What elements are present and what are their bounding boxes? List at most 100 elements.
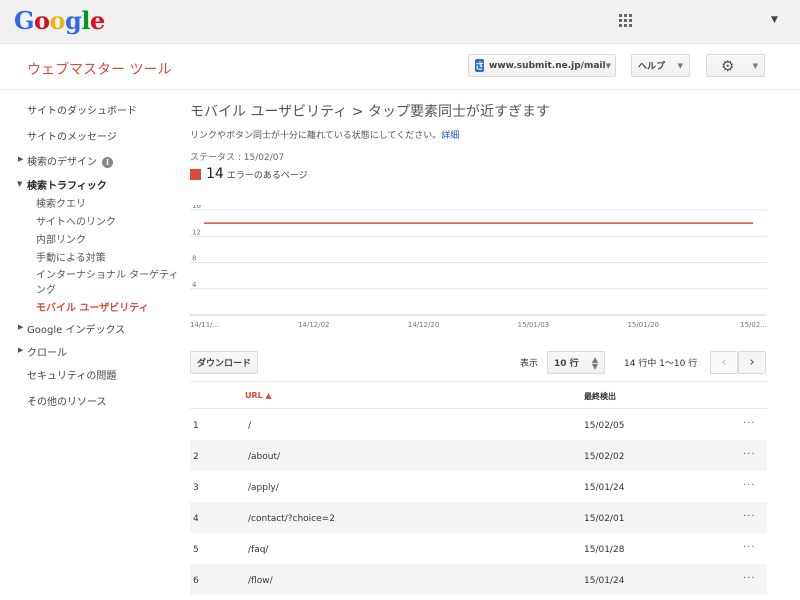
download-button[interactable]: ダウンロード xyxy=(190,351,258,374)
info-icon[interactable]: i xyxy=(102,156,113,168)
more-options-icon[interactable]: ··· xyxy=(743,511,756,522)
previous-page-button[interactable]: ‹ xyxy=(710,351,738,374)
details-link[interactable]: 詳細 xyxy=(441,131,459,141)
y-tick-label: 16 xyxy=(192,205,201,210)
collapse-triangle-icon[interactable]: ▼ xyxy=(17,180,22,188)
more-options-icon[interactable]: ··· xyxy=(743,418,756,429)
rows-per-page-select[interactable]: 10 行 ▲ ▼ xyxy=(547,351,605,374)
table-row[interactable]: 6 /flow/ 15/01/24 ··· xyxy=(190,564,767,595)
product-title[interactable]: ウェブマスター ツール xyxy=(27,59,171,79)
sidebar-item-search-queries[interactable]: 検索クエリ xyxy=(36,195,86,210)
pagination-range: 14 行中 1〜10 行 xyxy=(624,359,698,369)
rows-per-page-value: 10 行 xyxy=(554,359,579,369)
more-options-icon[interactable]: ··· xyxy=(743,542,756,553)
row-date: 15/02/05 xyxy=(584,421,625,431)
row-date: 15/02/02 xyxy=(584,452,625,462)
more-options-icon[interactable]: ··· xyxy=(743,449,756,460)
top-bar: Google ▼ xyxy=(0,0,800,44)
help-label: ヘルプ xyxy=(638,62,666,72)
table-row[interactable]: 2 /about/ 15/02/02 ··· xyxy=(190,440,767,471)
x-tick-label: 14/12/02 xyxy=(298,321,329,329)
sidebar-item-links-to-site[interactable]: サイトへのリンク xyxy=(36,213,116,228)
table-header: URL ▲ 最終検出 xyxy=(190,381,767,409)
settings-button[interactable]: ⚙ ▼ xyxy=(706,54,765,77)
row-url[interactable]: /flow/ xyxy=(248,576,273,586)
row-url[interactable]: / xyxy=(248,421,251,431)
expand-triangle-icon[interactable]: ▶ xyxy=(18,346,23,354)
row-number: 6 xyxy=(193,576,199,586)
product-bar: ウェブマスター ツール さ www.submit.ne.jp/mail ▼ ヘル… xyxy=(0,44,800,90)
row-date: 15/01/24 xyxy=(584,576,625,586)
sidebar-item-search-traffic[interactable]: 検索トラフィック xyxy=(27,177,107,192)
chevron-left-icon: ‹ xyxy=(721,355,727,370)
page-title: モバイル ユーザビリティ > タップ要素同士が近すぎます xyxy=(190,104,550,120)
error-label: エラーのあるページ xyxy=(226,171,308,181)
row-number: 2 xyxy=(193,452,199,462)
error-trend-chart: 16 12 8 4 14/11/... 14/12/02 14/12/20 15/01/03 1… xyxy=(190,205,767,329)
sidebar-item-google-index[interactable]: Google インデックス xyxy=(27,321,125,336)
chevron-right-icon: › xyxy=(749,355,755,370)
apps-grid-icon[interactable] xyxy=(619,14,633,28)
up-down-arrows-icon: ▲ ▼ xyxy=(591,354,598,371)
row-number: 5 xyxy=(193,545,199,555)
status-text: ステータス : 15/02/07 xyxy=(190,153,285,163)
column-header-url[interactable]: URL ▲ xyxy=(245,391,272,400)
row-url[interactable]: /contact/?choice=2 xyxy=(248,514,335,524)
sidebar-item-dashboard[interactable]: サイトのダッシュボード xyxy=(27,102,137,117)
sidebar-item-crawl[interactable]: クロール xyxy=(27,344,67,359)
expand-triangle-icon[interactable]: ▶ xyxy=(18,323,23,331)
row-date: 15/01/24 xyxy=(584,483,625,493)
x-tick-label: 15/02... xyxy=(740,321,767,329)
sidebar-item-international-targeting[interactable]: インターナショナル ターゲティ xyxy=(36,266,179,281)
page-description: リンクやボタン同士が十分に離れている状態にしてください。詳細 xyxy=(190,128,459,141)
account-menu-caret-icon[interactable]: ▼ xyxy=(771,15,778,25)
more-options-icon[interactable]: ··· xyxy=(743,480,756,491)
error-count: 14 xyxy=(206,166,224,182)
sidebar-item-international-targeting-wrap[interactable]: ング xyxy=(36,281,56,296)
expand-triangle-icon[interactable]: ▶ xyxy=(18,155,23,163)
row-date: 15/02/01 xyxy=(584,514,625,524)
sidebar-item-internal-links[interactable]: 内部リンク xyxy=(36,231,86,246)
sidebar-item-other-resources[interactable]: その他のリソース xyxy=(27,393,107,408)
row-number: 4 xyxy=(193,514,199,524)
sidebar-item-manual-actions[interactable]: 手動による対策 xyxy=(36,249,106,264)
x-tick-label: 14/11/... xyxy=(190,321,219,329)
next-page-button[interactable]: › xyxy=(738,351,766,374)
logo-letter: G xyxy=(14,6,35,35)
sidebar-item-security-issues[interactable]: セキュリティの問題 xyxy=(27,367,116,382)
show-label: 表示 xyxy=(520,359,539,369)
logo-letter: g xyxy=(65,6,82,35)
row-number: 1 xyxy=(193,421,199,431)
chevron-down-icon: ▼ xyxy=(605,61,611,70)
logo-letter: o xyxy=(49,6,66,35)
column-header-last-detected[interactable]: 最終検出 xyxy=(584,391,616,402)
table-row[interactable]: 3 /apply/ 15/01/24 ··· xyxy=(190,471,767,502)
error-count-legend[interactable]: 14 エラーのあるページ xyxy=(206,166,308,182)
table-row[interactable]: 4 /contact/?choice=2 15/02/01 ··· xyxy=(190,502,767,533)
sidebar-item-mobile-usability[interactable]: モバイル ユーザビリティ xyxy=(36,299,149,314)
site-selector-button[interactable]: さ www.submit.ne.jp/mail ▼ xyxy=(468,54,616,77)
y-tick-label: 4 xyxy=(192,281,197,289)
row-url[interactable]: /about/ xyxy=(248,452,280,462)
row-url[interactable]: /faq/ xyxy=(248,545,268,555)
sidebar-item-search-appearance[interactable]: 検索のデザイン i xyxy=(27,153,113,168)
y-tick-label: 8 xyxy=(192,255,196,263)
table-row[interactable]: 5 /faq/ 15/01/28 ··· xyxy=(190,533,767,564)
site-url: www.submit.ne.jp/mail xyxy=(489,60,606,71)
description-text: リンクやボタン同士が十分に離れている状態にしてください。 xyxy=(190,131,442,141)
row-number: 3 xyxy=(193,483,199,493)
error-legend-swatch xyxy=(190,169,201,180)
gear-icon: ⚙ xyxy=(721,56,735,75)
logo-letter: e xyxy=(89,6,105,35)
logo-letter: o xyxy=(34,6,50,35)
x-tick-label: 15/01/20 xyxy=(627,321,658,329)
table-row[interactable]: 1 / 15/02/05 ··· xyxy=(190,409,767,440)
help-button[interactable]: ヘルプ ▼ xyxy=(631,54,690,77)
sidebar-item-messages[interactable]: サイトのメッセージ xyxy=(27,128,117,143)
chevron-down-icon: ▼ xyxy=(752,61,758,70)
google-logo[interactable]: Google xyxy=(14,6,105,35)
row-url[interactable]: /apply/ xyxy=(248,483,279,493)
more-options-icon[interactable]: ··· xyxy=(743,573,756,584)
x-tick-label: 15/01/03 xyxy=(518,321,549,329)
site-favicon-icon: さ xyxy=(475,59,485,72)
